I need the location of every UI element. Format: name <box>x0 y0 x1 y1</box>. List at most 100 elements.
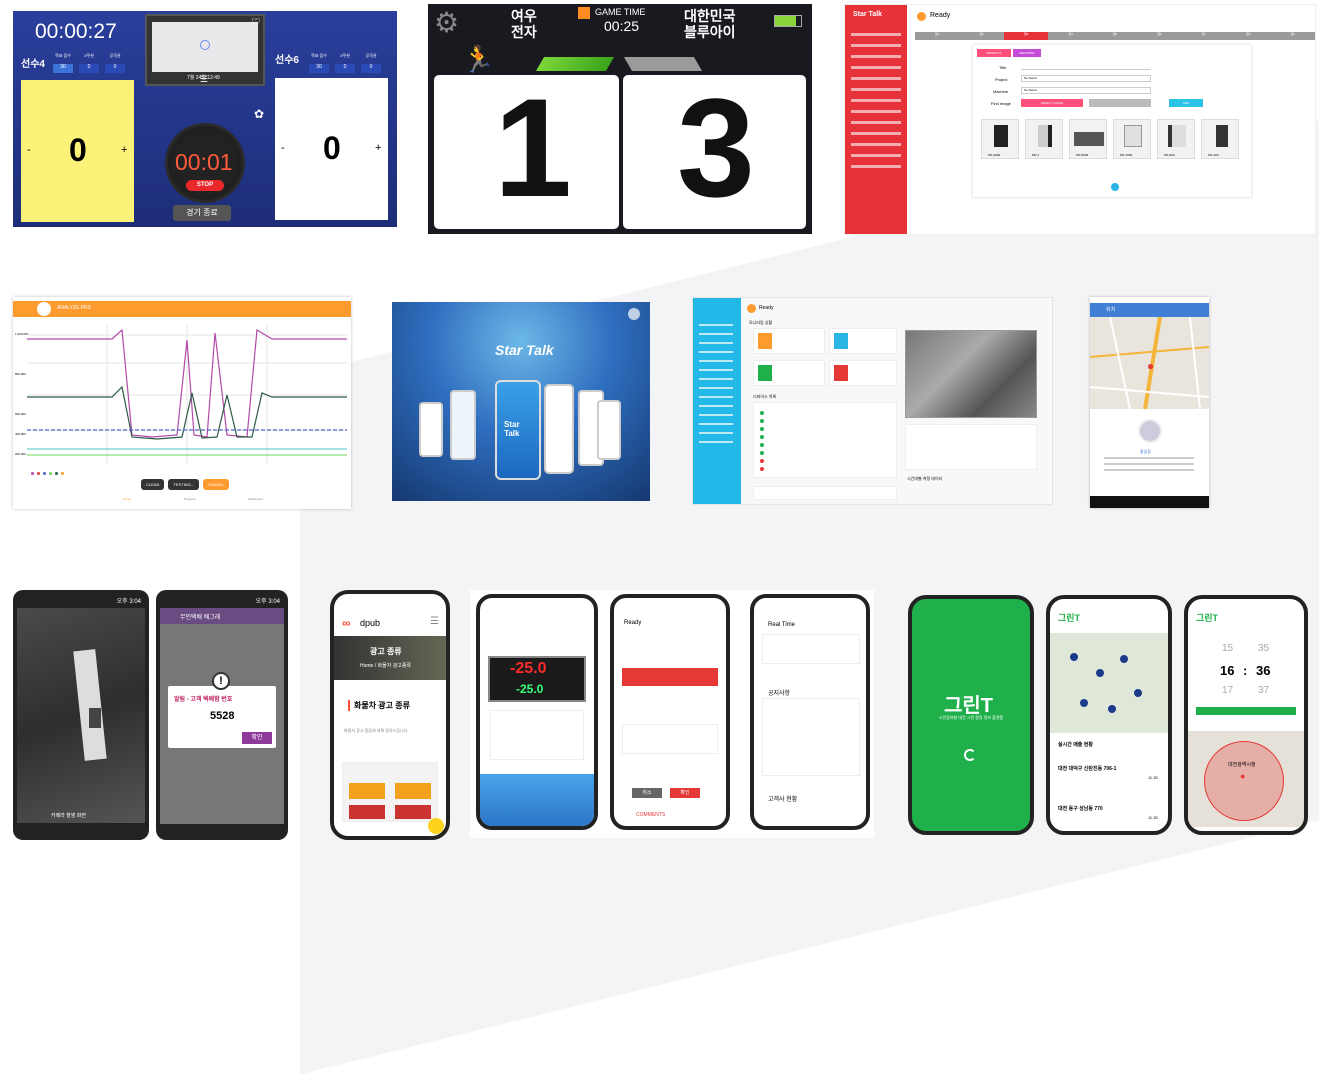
tab[interactable]: 탭1 <box>915 32 959 40</box>
sidebar-item[interactable] <box>699 396 733 398</box>
nav-home[interactable]: Home <box>123 497 131 501</box>
sidebar-item[interactable] <box>699 387 733 389</box>
tab[interactable]: 탭8 <box>1226 32 1270 40</box>
sidebar-item[interactable] <box>851 121 901 124</box>
right-turn-value[interactable]: 0 <box>361 64 381 73</box>
sidebar-item[interactable] <box>699 369 733 371</box>
sidebar-item[interactable] <box>851 154 901 157</box>
register-button[interactable]: REGISTER <box>1013 49 1041 57</box>
chat-bubble-icon[interactable] <box>428 818 444 834</box>
sidebar-item[interactable] <box>851 99 901 102</box>
sidebar-item[interactable] <box>699 360 733 362</box>
project-select[interactable]: No Select <box>1021 75 1151 82</box>
nav-dashboard[interactable]: Dashboard <box>248 497 263 501</box>
right-minus-button[interactable]: - <box>281 142 285 154</box>
sidebar-item[interactable] <box>699 342 733 344</box>
left-score-panel[interactable]: - 0 + <box>21 80 134 222</box>
cancel-button[interactable]: 취소 <box>632 788 662 798</box>
product-card[interactable]: MX-600 <box>1157 119 1195 159</box>
product-card[interactable]: MX-400 <box>1201 119 1239 159</box>
sidebar-item[interactable] <box>851 33 901 36</box>
splash-corner-logo <box>628 308 640 320</box>
left-turn-value[interactable]: 0 <box>105 64 125 73</box>
range-map[interactable]: ● 대전광역시청 <box>1188 731 1304 827</box>
sidebar-item[interactable] <box>851 44 901 47</box>
heart-icon[interactable]: ♡ <box>251 16 261 29</box>
sidebar-item[interactable] <box>699 423 733 425</box>
sidebar-item[interactable] <box>699 324 733 326</box>
clean-button[interactable]: CLEAN <box>141 479 165 490</box>
sidebar-item[interactable] <box>851 110 901 113</box>
alert-icon: ! <box>212 672 230 690</box>
admin-sidebar: Star Talk <box>845 5 907 234</box>
tab[interactable]: 탭5 <box>1093 32 1137 40</box>
map-view[interactable]: ● <box>1090 316 1209 410</box>
testing-button[interactable]: TESTING... <box>168 479 200 490</box>
sidebar-item[interactable] <box>851 77 901 80</box>
sidebar-item[interactable] <box>699 432 733 434</box>
monitoring-dashboard: Ready 모니터링 상황 디바이스 목록 시간대별 측정 데이터 <box>692 297 1053 505</box>
sidebar-item[interactable] <box>851 143 901 146</box>
end-game-button[interactable]: 경기 종료 <box>173 205 231 221</box>
list-item[interactable]: 대전 동구 성남동 770 <box>1058 805 1103 812</box>
product-card[interactable]: MX-5000 <box>1069 119 1107 159</box>
menu-icon[interactable]: ☰ <box>200 74 208 85</box>
greent-map[interactable] <box>1050 633 1168 733</box>
image-path-field[interactable] <box>1089 99 1151 107</box>
map-pin-icon[interactable]: ● <box>1147 359 1154 373</box>
hamburger-icon[interactable]: ☰ <box>430 616 439 627</box>
select-image-button[interactable]: SELECT IMAGE <box>1021 99 1083 107</box>
ok-button[interactable]: 확인 <box>670 788 700 798</box>
title-input[interactable] <box>1021 64 1151 70</box>
sidebar-item[interactable] <box>851 55 901 58</box>
confirm-button[interactable]: 확인 <box>242 732 272 744</box>
machine-select[interactable]: No Select <box>1021 87 1151 94</box>
sidebar-item[interactable] <box>851 88 901 91</box>
sidebar-item[interactable] <box>699 333 733 335</box>
day-selector[interactable] <box>1196 707 1296 715</box>
right-score-panel[interactable]: - 0 + <box>275 78 388 220</box>
left-cushion-value[interactable]: 0 <box>79 64 99 73</box>
right-plus-button[interactable]: + <box>375 142 381 154</box>
tab[interactable]: 탭7 <box>1182 32 1226 40</box>
left-plus-button[interactable]: + <box>121 144 127 156</box>
nav-progress[interactable]: Progress <box>184 497 196 501</box>
camera-feed[interactable] <box>905 330 1037 418</box>
play-icon[interactable] <box>200 40 210 50</box>
product-card[interactable]: MP-1 <box>1025 119 1063 159</box>
right-cushion-value[interactable]: 0 <box>335 64 355 73</box>
stop-button[interactable]: STOP <box>186 180 224 191</box>
sidebar-item[interactable] <box>851 66 901 69</box>
tab[interactable]: 탭6 <box>1137 32 1181 40</box>
left-minus-button[interactable]: - <box>27 144 31 156</box>
product-card[interactable]: MX-7000 <box>1113 119 1151 159</box>
sidebar-item[interactable] <box>699 414 733 416</box>
sidebar-item[interactable] <box>699 351 733 353</box>
dpub-hero: 광고 종류 Home / 화물차 광고종류 <box>334 636 446 680</box>
tab-active[interactable]: 탭3 <box>1003 32 1049 40</box>
product-button[interactable]: PRODUCT <box>977 49 1011 57</box>
product-card[interactable]: MX-3000 <box>981 119 1019 159</box>
gear-icon[interactable]: ✿ <box>254 107 264 121</box>
time-hour[interactable]: 16 <box>1220 663 1234 678</box>
temp-value-1: -25.0 <box>510 660 547 677</box>
right-target-value[interactable]: 30 <box>309 64 329 73</box>
section-title: 화물차 광고 종류 <box>348 700 410 711</box>
list-item[interactable]: 대전 대덕구 신탄진동 706-1 <box>1058 765 1116 772</box>
tab[interactable]: 탭2 <box>959 32 1003 40</box>
page-dot-icon[interactable] <box>1111 183 1119 191</box>
tab[interactable]: 탭4 <box>1048 32 1092 40</box>
sidebar-item[interactable] <box>699 378 733 380</box>
tab[interactable]: 탭9 <box>1271 32 1315 40</box>
time-minute[interactable]: 36 <box>1256 663 1270 678</box>
product-name: MX-400 <box>1208 153 1219 157</box>
cancel-button[interactable]: CANCEL <box>203 479 230 490</box>
player-icon: 🏃 <box>462 44 495 74</box>
sidebar-item[interactable] <box>699 405 733 407</box>
left-target-value[interactable]: 30 <box>53 64 73 73</box>
sidebar-item[interactable] <box>851 165 901 168</box>
monitor-logo-icon <box>37 302 51 316</box>
sidebar-item[interactable] <box>699 441 733 443</box>
add-button[interactable]: ADD <box>1169 99 1203 107</box>
sidebar-item[interactable] <box>851 132 901 135</box>
